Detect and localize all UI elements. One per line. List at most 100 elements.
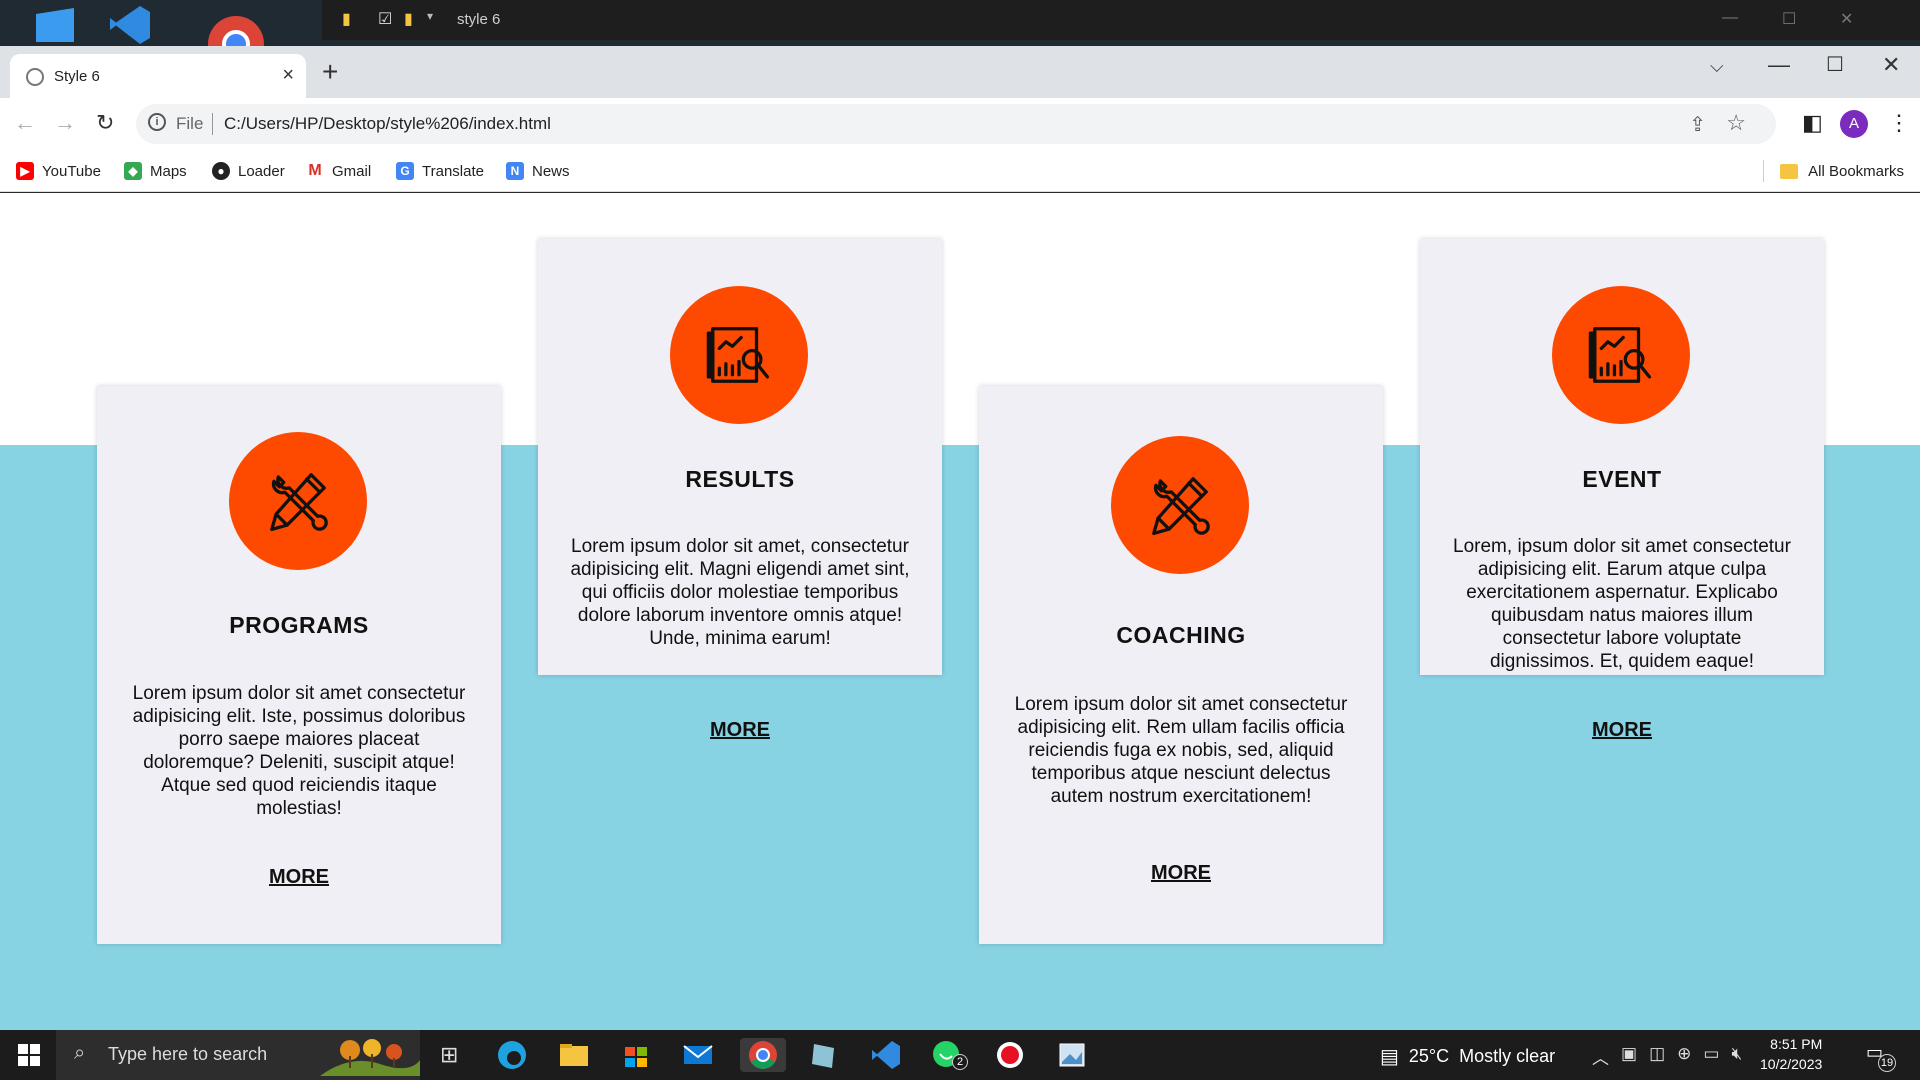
maximize-icon[interactable]: ☐: [1782, 9, 1796, 29]
bookmark-youtube[interactable]: ▶ YouTube: [16, 160, 101, 182]
card-event: EVENT Lorem, ipsum dolor sit amet consec…: [1420, 239, 1824, 741]
network-drive-icon[interactable]: ▣: [1621, 1044, 1637, 1069]
minimize-button[interactable]: —: [1768, 52, 1790, 78]
page-viewport: PROGRAMS Lorem ipsum dolor sit amet cons…: [0, 193, 1920, 1030]
url-text[interactable]: C:/Users/HP/Desktop/style%206/index.html: [224, 114, 551, 134]
folder-icon[interactable]: [30, 4, 94, 46]
more-link[interactable]: MORE: [97, 866, 501, 889]
search-icon: ⌕: [74, 1042, 86, 1064]
action-center-icon[interactable]: ▭ 19: [1866, 1042, 1896, 1072]
address-bar[interactable]: i File C:/Users/HP/Desktop/style%206/ind…: [136, 104, 1776, 144]
screen-recorder-icon[interactable]: [992, 1038, 1028, 1072]
whatsapp-icon[interactable]: 2: [930, 1038, 968, 1072]
side-panel-icon[interactable]: ◧: [1802, 110, 1823, 136]
more-link[interactable]: MORE: [1420, 719, 1824, 742]
forward-arrow-icon[interactable]: →: [54, 110, 76, 136]
mail-icon[interactable]: [680, 1038, 716, 1072]
weather-widget[interactable]: ▤ 25°C Mostly clear: [1380, 1044, 1555, 1069]
bookmarks-bar: ▶ YouTube ◆ Maps ● Loader M Gmail G Tran…: [0, 150, 1920, 192]
loader-icon: ●: [212, 162, 230, 180]
tab-title: Style 6: [54, 68, 100, 85]
minimize-icon[interactable]: —: [1722, 9, 1738, 27]
more-link[interactable]: MORE: [538, 719, 942, 742]
url-scheme: File: [176, 114, 204, 133]
news-weather-icon: ▤: [1380, 1046, 1399, 1068]
edge-icon[interactable]: [494, 1038, 530, 1072]
browser-tab-bar: Style 6 × + ⌵ — ☐ ✕: [0, 46, 1920, 98]
bookmark-star-icon[interactable]: ☆: [1726, 110, 1746, 136]
chevron-down-icon[interactable]: ▾: [427, 9, 433, 23]
taskbar-search[interactable]: ⌕ Type here to search: [56, 1030, 420, 1080]
volume-muted-icon[interactable]: 🔇︎: [1731, 1044, 1742, 1069]
bookmark-maps[interactable]: ◆ Maps: [124, 160, 187, 182]
globe-icon: [26, 68, 44, 86]
tools-icon: [1152, 477, 1210, 536]
bookmark-label: Loader: [238, 162, 285, 180]
file-explorer-icon[interactable]: [556, 1038, 592, 1072]
meet-now-icon[interactable]: ◫: [1649, 1044, 1665, 1069]
close-icon[interactable]: ✕: [1840, 9, 1853, 29]
more-link[interactable]: MORE: [979, 862, 1383, 885]
gmail-icon: M: [306, 162, 324, 180]
card-results: RESULTS Lorem ipsum dolor sit amet, cons…: [538, 239, 942, 741]
explorer-window-title: style 6: [457, 11, 501, 28]
bookmark-news[interactable]: N News: [506, 160, 570, 182]
vscode-taskbar-icon[interactable]: [868, 1038, 904, 1072]
news-icon: N: [506, 162, 524, 180]
clock[interactable]: 8:51 PM 10/2/2023: [1760, 1034, 1822, 1074]
folder-icon: [1780, 163, 1799, 179]
card-title: EVENT: [1582, 466, 1662, 492]
browser-toolbar: ← → ↻ i File C:/Users/HP/Desktop/style%2…: [0, 98, 1920, 150]
card-title: PROGRAMS: [229, 612, 369, 638]
bookmark-label: Translate: [422, 162, 484, 180]
report-analytics-icon: [706, 327, 770, 383]
clock-date: 10/2/2023: [1760, 1056, 1823, 1072]
tools-icon: [270, 473, 328, 532]
weather-condition: Mostly clear: [1459, 1046, 1556, 1066]
bookmark-label: Maps: [150, 162, 187, 180]
task-view-icon[interactable]: ⊞: [440, 1042, 458, 1068]
bookmark-translate[interactable]: G Translate: [396, 160, 484, 182]
browser-tab[interactable]: Style 6 ×: [10, 54, 306, 98]
new-tab-button[interactable]: +: [322, 58, 338, 86]
bookmark-loader[interactable]: ● Loader: [212, 160, 285, 182]
menu-kebab-icon[interactable]: ⋮: [1888, 110, 1910, 136]
maximize-button[interactable]: ☐: [1826, 52, 1844, 77]
close-tab-icon[interactable]: ×: [282, 64, 294, 87]
divider: [212, 113, 213, 135]
notepad-icon[interactable]: [806, 1038, 842, 1072]
reload-icon[interactable]: ↻: [96, 110, 114, 136]
card-description: Lorem ipsum dolor sit amet consectetur a…: [1014, 694, 1348, 807]
weather-temp: 25°C: [1408, 1046, 1450, 1066]
card-programs: PROGRAMS Lorem ipsum dolor sit amet cons…: [97, 386, 501, 944]
divider: [1763, 160, 1765, 182]
card-title: RESULTS: [685, 466, 795, 492]
youtube-icon: ▶: [16, 162, 34, 180]
notification-badge: 2: [952, 1054, 968, 1070]
image-viewer-icon[interactable]: [1054, 1038, 1090, 1072]
info-icon[interactable]: i: [148, 113, 166, 131]
bookmark-label: YouTube: [42, 162, 101, 180]
windows-start-icon[interactable]: [18, 1044, 40, 1066]
chrome-taskbar-icon[interactable]: [740, 1038, 786, 1072]
tab-search-chevron-icon[interactable]: ⌵: [1710, 56, 1724, 77]
share-icon[interactable]: ⇪: [1689, 112, 1706, 137]
bookmark-gmail[interactable]: M Gmail: [306, 160, 371, 182]
chevron-up-icon[interactable]: ︿: [1592, 1044, 1609, 1069]
language-globe-icon[interactable]: ⊕: [1677, 1044, 1691, 1069]
battery-icon[interactable]: ▭: [1703, 1044, 1719, 1069]
search-highlight-illustration: [320, 1039, 420, 1076]
icon-circle: [1111, 436, 1249, 574]
maps-icon: ◆: [124, 162, 142, 180]
chrome-icon[interactable]: [206, 4, 270, 72]
explorer-window-titlebar[interactable]: ▮ ☑ ▮ ▾ style 6 — ☐ ✕: [322, 0, 1920, 40]
microsoft-store-icon[interactable]: [618, 1038, 654, 1072]
vscode-icon[interactable]: [104, 4, 168, 46]
profile-avatar[interactable]: A: [1840, 110, 1868, 138]
back-arrow-icon[interactable]: ←: [14, 110, 36, 136]
all-bookmarks-label: All Bookmarks: [1808, 162, 1904, 180]
all-bookmarks-button[interactable]: All Bookmarks: [1763, 160, 1904, 182]
close-window-button[interactable]: ✕: [1882, 52, 1900, 78]
icon-circle: [670, 286, 808, 424]
card-title: COACHING: [1116, 622, 1246, 648]
